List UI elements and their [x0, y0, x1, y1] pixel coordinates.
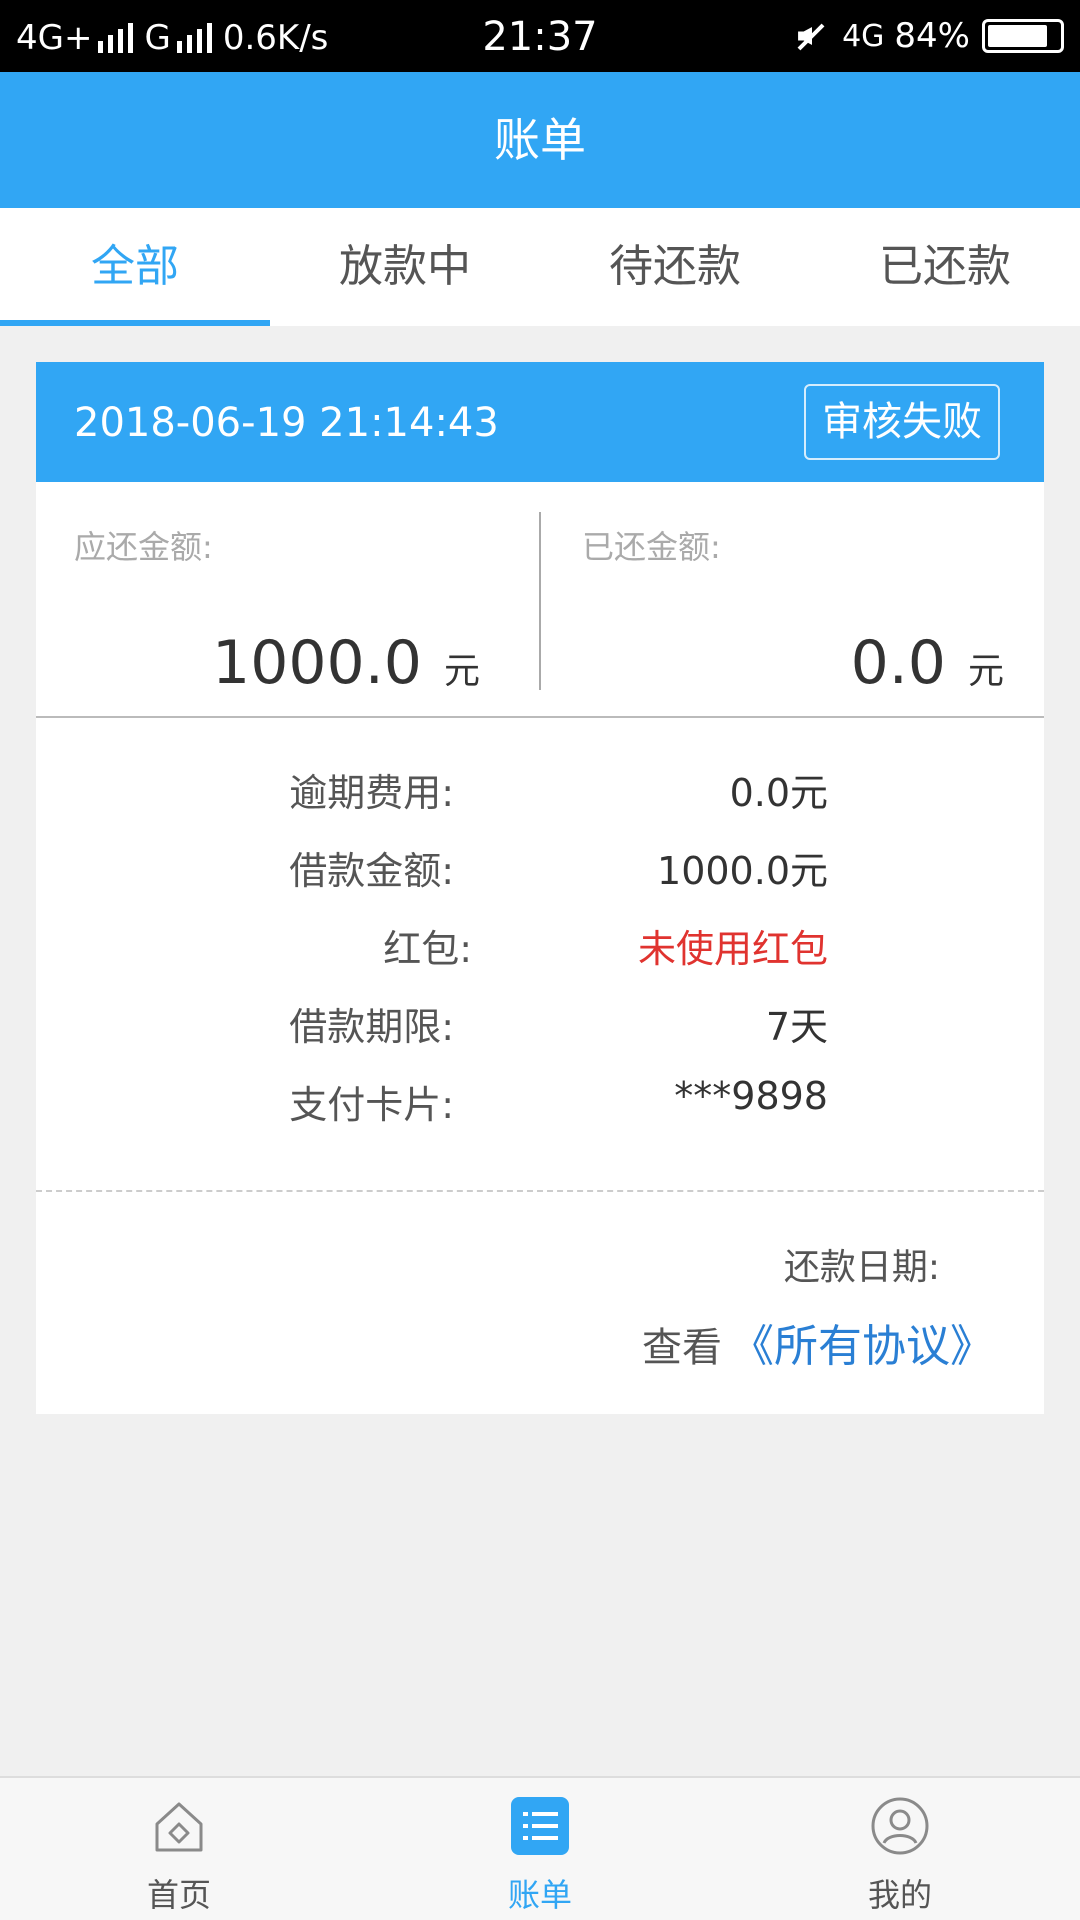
due-amount-unit: 元: [443, 651, 480, 692]
nav-home-label: 首页: [146, 1876, 211, 1914]
network-type-3: 4G: [842, 18, 885, 54]
tab-disbursing[interactable]: 放款中: [270, 208, 540, 326]
list-icon: [511, 1797, 569, 1855]
nav-mine-label: 我的: [867, 1876, 932, 1914]
detail-row-payment-card: 支付卡片: ***9898: [36, 1074, 1044, 1134]
detail-value: ***9898: [674, 1074, 828, 1118]
bill-datetime: 2018-06-19 21:14:43: [74, 400, 499, 446]
detail-row-loan-amount: 借款金额: 1000.0元: [36, 840, 1044, 900]
horizontal-divider: [36, 716, 1044, 718]
tab-pending-repayment[interactable]: 待还款: [540, 208, 810, 326]
status-right: 4G 84%: [792, 16, 1064, 56]
paid-amount-label: 已还金额:: [582, 528, 721, 566]
bill-card[interactable]: 2018-06-19 21:14:43 审核失败 应还金额: 1000.0 元 …: [36, 362, 1044, 1414]
agreement-row: 查看 《所有协议》: [642, 1310, 994, 1374]
due-amount-block: 应还金额: 1000.0 元: [36, 482, 540, 718]
detail-label: 逾期费用:: [289, 771, 454, 815]
detail-value: 1000.0元: [657, 849, 828, 893]
detail-row-loan-term: 借款期限: 7天: [36, 996, 1044, 1056]
detail-label: 红包:: [383, 927, 472, 971]
detail-value: 7天: [765, 1005, 828, 1049]
due-amount-value: 1000.0: [212, 628, 422, 698]
bill-card-header: 2018-06-19 21:14:43 审核失败: [36, 362, 1044, 482]
status-bar: 4G+ G 0.6K/s 21:37 4G 84%: [0, 0, 1080, 72]
dashed-divider: [36, 1190, 1044, 1192]
paid-amount-value: 0.0: [850, 628, 946, 698]
home-icon: [155, 1802, 203, 1852]
due-amount: 1000.0 元: [212, 628, 480, 698]
due-amount-label: 应还金额:: [74, 528, 213, 566]
paid-amount-block: 已还金额: 0.0 元: [540, 482, 1044, 718]
nav-bill[interactable]: 账单: [440, 1778, 640, 1920]
nav-home[interactable]: 首页: [79, 1778, 279, 1920]
nav-mine[interactable]: 我的: [800, 1778, 1000, 1920]
detail-value: 0.0元: [729, 771, 828, 815]
status-badge[interactable]: 审核失败: [804, 384, 1000, 460]
all-agreements-link[interactable]: 《所有协议》: [730, 1310, 994, 1374]
agreement-prefix: 查看: [642, 1325, 722, 1371]
detail-label: 支付卡片:: [289, 1083, 454, 1127]
page-title: 账单: [0, 72, 1080, 208]
detail-row-overdue-fee: 逾期费用: 0.0元: [36, 762, 1044, 822]
paid-amount: 0.0 元: [851, 628, 1004, 698]
repay-date-label: 还款日期:: [783, 1247, 940, 1288]
tab-bar: 全部 放款中 待还款 已还款: [0, 208, 1080, 326]
battery-percent: 84%: [894, 16, 970, 56]
nav-bill-label: 账单: [507, 1876, 572, 1914]
vertical-divider: [539, 512, 541, 690]
detail-label: 借款金额:: [289, 849, 454, 893]
paid-amount-unit: 元: [967, 651, 1004, 692]
bottom-nav: 首页 账单 我的: [0, 1776, 1080, 1920]
detail-label: 借款期限:: [289, 1005, 454, 1049]
tab-repaid[interactable]: 已还款: [810, 208, 1080, 326]
user-icon: [871, 1797, 929, 1855]
tab-all[interactable]: 全部: [0, 208, 270, 326]
detail-row-red-packet: 红包: 未使用红包: [36, 918, 1044, 978]
detail-value-red-packet: 未使用红包: [637, 927, 828, 971]
battery-icon: [982, 19, 1064, 53]
mute-icon: [792, 21, 826, 51]
